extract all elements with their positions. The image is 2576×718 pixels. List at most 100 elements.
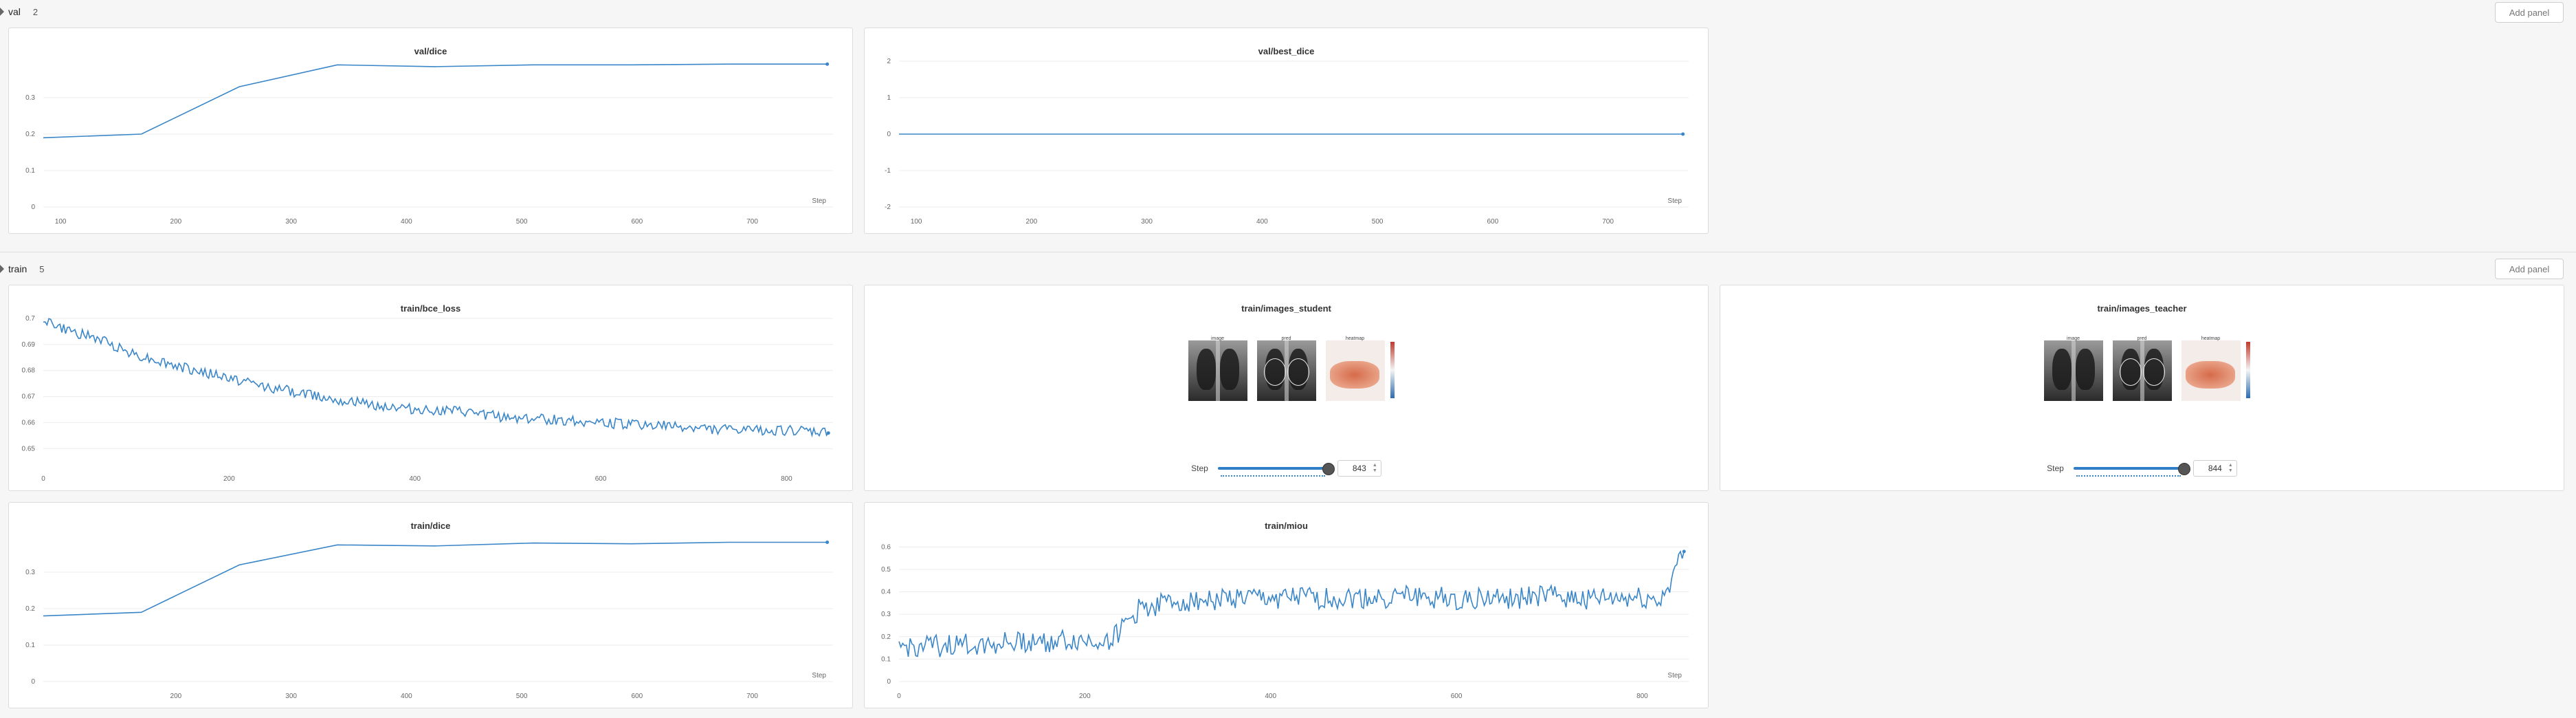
series-line	[43, 63, 828, 139]
last-point-marker	[1681, 132, 1685, 136]
x-axis-label: Step	[1667, 672, 1682, 679]
chart-svg: 0.65 0.66 0.67 0.68 0.69 0.7 0 200 400 600 800	[22, 315, 833, 483]
y-tick-label: 0.1	[25, 642, 35, 649]
chart-panel-val-best-dice[interactable]: val/best_dice -2 -1 0 1 2 100 200 300 400 500 600 7…	[864, 28, 1709, 234]
heatmap-picture	[1325, 340, 1395, 401]
chart-svg: 0 0.1 0.2 0.3 200 300 400 500 600 700 Step	[25, 541, 833, 700]
prediction-image[interactable]: pred	[1256, 336, 1316, 401]
chart-panel-val-dice[interactable]: val/dice 0 0.1 0.2 0.3 100 200 300 400 500 600 700…	[8, 28, 853, 234]
step-input[interactable]: 844 ▲ ▼	[2192, 460, 2237, 477]
collapse-caret-icon[interactable]	[0, 8, 4, 16]
panel-title: train/images_student	[1241, 303, 1331, 314]
y-tick-label: 0	[887, 678, 891, 686]
image-caption: image	[1210, 336, 1225, 341]
x-tick-label: 600	[1451, 693, 1463, 700]
chart-panel-train-bce-loss[interactable]: train/bce_loss 0.65 0.66 0.67 0.68 0.69 0.7 0 2…	[8, 285, 853, 491]
last-point-marker	[825, 62, 830, 66]
step-value: 843	[1352, 464, 1366, 473]
collapse-caret-icon[interactable]	[0, 265, 4, 273]
last-point-marker	[1682, 550, 1686, 554]
section-header-train[interactable]: train 5	[0, 259, 44, 279]
x-tick-label: 400	[401, 218, 412, 226]
x-axis-label: Step	[812, 672, 826, 679]
xray-picture	[1188, 340, 1247, 401]
section-panel-count: 2	[32, 6, 38, 17]
y-tick-label: 0.2	[25, 131, 35, 138]
y-tick-label: 0	[31, 204, 35, 211]
x-tick-label: 800	[1636, 693, 1648, 700]
step-slider[interactable]	[1217, 461, 1335, 477]
x-tick-label: 600	[632, 693, 643, 700]
chart-svg: 0 0.1 0.2 0.3 100 200 300 400 500 600 700 Step	[25, 62, 833, 226]
section-header-val[interactable]: val 2	[0, 1, 38, 22]
x-tick-label: 600	[595, 475, 607, 483]
x-axis-label: Step	[1667, 197, 1682, 205]
chart-svg: -2 -1 0 1 2 100 200 300 400 500 600 700 Step	[885, 58, 1689, 226]
y-tick-label: 1	[887, 94, 891, 102]
x-tick-label: 400	[1256, 218, 1268, 226]
y-tick-label: 2	[887, 58, 891, 65]
y-tick-label: 0.1	[881, 655, 891, 663]
media-panel-images-student[interactable]: train/images_student image pred heatmap …	[864, 285, 1709, 491]
y-tick-label: 0.3	[881, 611, 891, 618]
image-caption: heatmap	[1345, 336, 1365, 341]
x-tick-label: 600	[632, 218, 643, 226]
y-tick-label: 0.67	[22, 393, 36, 401]
step-label: Step	[2047, 464, 2064, 473]
step-slider[interactable]	[2073, 461, 2190, 477]
chart-svg: 0 0.1 0.2 0.3 0.4 0.5 0.6 0 200 400 600 800 Step	[881, 543, 1689, 700]
last-point-marker	[825, 541, 830, 545]
step-control: Step 843 ▲ ▼	[865, 460, 1708, 477]
xray-picture	[2112, 340, 2172, 401]
y-tick-label: 0.69	[22, 341, 36, 349]
chart-panel-train-miou[interactable]: train/miou 0 0.1 0.2 0.3 0.4 0.5 0.6 0 200 400 600…	[864, 502, 1709, 708]
x-tick-label: 500	[516, 218, 528, 226]
step-label: Step	[1191, 464, 1208, 473]
x-tick-label: 300	[285, 218, 297, 226]
series-line	[898, 550, 1685, 657]
x-tick-label: 200	[1079, 693, 1091, 700]
step-input[interactable]: 843 ▲ ▼	[1337, 460, 1381, 477]
spinner-icon[interactable]: ▲ ▼	[1373, 463, 1377, 474]
x-tick-label: 500	[516, 693, 528, 700]
y-tick-label: 0.66	[22, 419, 36, 426]
x-tick-label: 500	[1372, 218, 1384, 226]
x-tick-label: 200	[1026, 218, 1038, 226]
section-title: val	[8, 6, 21, 17]
x-tick-label: 800	[781, 475, 792, 483]
y-tick-label: 0.4	[881, 589, 891, 596]
y-tick-label: 0	[887, 131, 891, 138]
x-tick-label: 400	[1265, 693, 1276, 700]
x-tick-label: 300	[1141, 218, 1153, 226]
x-tick-label: 0	[897, 693, 901, 700]
xray-image[interactable]: image	[2043, 336, 2103, 401]
chart-panel-train-dice[interactable]: train/dice 0 0.1 0.2 0.3 200 300 400 500 600 700 S…	[8, 502, 853, 708]
y-tick-label: 0.2	[881, 633, 891, 641]
image-caption: pred	[1281, 336, 1291, 341]
heatmap-image[interactable]: heatmap	[2181, 336, 2250, 401]
xray-image[interactable]: image	[1188, 336, 1247, 401]
x-tick-label: 300	[285, 693, 297, 700]
y-tick-label: 0.68	[22, 367, 36, 375]
heatmap-image[interactable]: heatmap	[1325, 336, 1395, 401]
x-tick-label: 100	[55, 218, 67, 226]
add-panel-button[interactable]: Add panel	[2495, 2, 2564, 23]
image-caption: heatmap	[2201, 336, 2221, 341]
x-tick-label: 0	[41, 475, 45, 483]
x-tick-label: 200	[223, 475, 235, 483]
step-value: 844	[2208, 464, 2222, 473]
xray-picture	[2043, 340, 2103, 401]
prediction-image[interactable]: pred	[2112, 336, 2172, 401]
panel-title: train/images_teacher	[2097, 303, 2187, 314]
media-panel-images-teacher[interactable]: train/images_teacher image pred heatmap …	[1720, 285, 2564, 491]
y-tick-label: -2	[885, 204, 891, 211]
section-panel-count: 5	[39, 263, 45, 274]
x-tick-label: 400	[409, 475, 421, 483]
image-caption: pred	[2137, 336, 2147, 341]
y-tick-label: 0.3	[25, 569, 35, 576]
spinner-icon[interactable]: ▲ ▼	[2228, 463, 2233, 474]
add-panel-button[interactable]: Add panel	[2495, 259, 2564, 279]
x-tick-label: 700	[746, 218, 758, 226]
y-tick-label: 0.65	[22, 445, 36, 453]
image-strip: image pred heatmap	[1720, 336, 2564, 401]
